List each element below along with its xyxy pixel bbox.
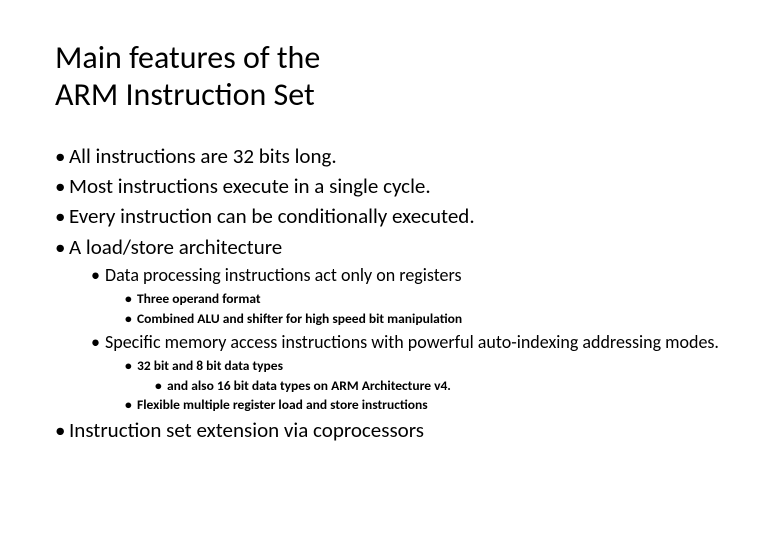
bullet-text: Flexible multiple register load and stor… [137, 396, 428, 413]
bullet-l1: •All instructions are 32 bits long. [55, 142, 725, 170]
bullet-text: Every instruction can be conditionally e… [69, 203, 475, 229]
bullet-text: and also 16 bit data types on ARM Archit… [167, 377, 451, 394]
bullet-l3: •Three operand format [125, 290, 725, 309]
bullet-l1: •Instruction set extension via coprocess… [55, 416, 725, 444]
bullet-text: Instruction set extension via coprocesso… [69, 417, 424, 443]
bullet-l1: •Every instruction can be conditionally … [55, 202, 725, 230]
bullet-text: All instructions are 32 bits long. [69, 143, 337, 169]
bullet-text: Data processing instructions act only on… [105, 264, 462, 286]
bullet-l3: •Flexible multiple register load and sto… [125, 396, 725, 415]
title-line-2: ARM Instruction Set [55, 75, 315, 114]
bullet-text: A load/store architecture [69, 234, 282, 260]
bullet-l2: •Specific memory access instructions wit… [91, 330, 725, 354]
bullet-text: Specific memory access instructions with… [105, 331, 719, 353]
bullet-l3: •32 bit and 8 bit data types [125, 357, 725, 376]
bullet-text: Three operand format [137, 290, 261, 307]
bullet-text: 32 bit and 8 bit data types [137, 357, 283, 374]
bullet-l2: •Data processing instructions act only o… [91, 263, 725, 287]
bullet-text: Most instructions execute in a single cy… [69, 173, 431, 199]
title-line-1: Main features of the [55, 38, 320, 77]
bullet-l1: •Most instructions execute in a single c… [55, 172, 725, 200]
bullet-l1: •A load/store architecture [55, 233, 725, 261]
bullet-l3: •Combined ALU and shifter for high speed… [125, 310, 725, 329]
slide-title: Main features of the ARM Instruction Set [55, 40, 725, 114]
bullet-l4: •and also 16 bit data types on ARM Archi… [155, 377, 725, 396]
bullet-text: Combined ALU and shifter for high speed … [137, 310, 462, 327]
